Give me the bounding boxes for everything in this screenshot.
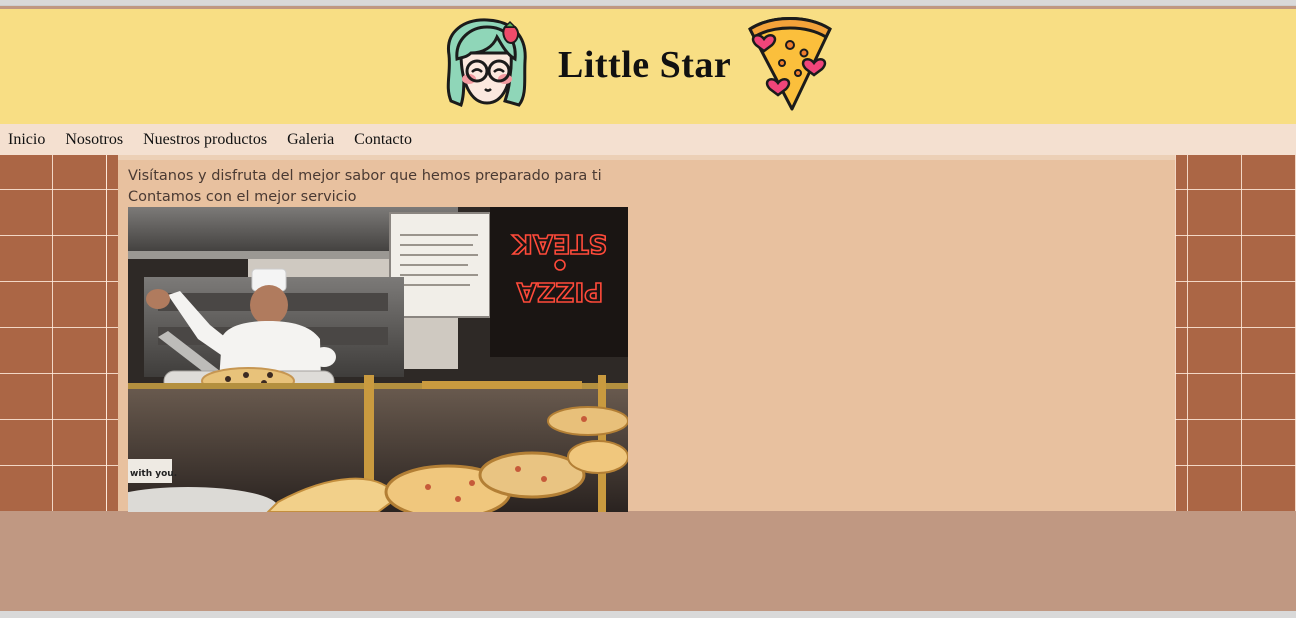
girl-avatar-icon (446, 18, 527, 107)
neon-sign-line-1: STEAK (512, 228, 607, 258)
main-nav: Inicio Nosotros Nuestros productos Galer… (0, 124, 1296, 155)
site-header: Little Star (0, 9, 1296, 124)
right-tile-panel (1175, 155, 1296, 511)
neon-sign-line-2: PIZZA (517, 276, 604, 306)
left-tile-panel (0, 155, 118, 511)
tile-border (1175, 155, 1185, 511)
nav-item-inicio[interactable]: Inicio (8, 131, 45, 149)
service-text: Contamos con el mejor servicio (128, 189, 357, 205)
welcome-text: Visítanos y disfruta del mejor sabor que… (128, 168, 602, 184)
nav-item-contacto[interactable]: Contacto (354, 131, 412, 149)
nav-item-productos[interactable]: Nuestros productos (143, 131, 267, 149)
pizzeria-photo: STEAK PIZZA with you. (128, 207, 628, 512)
site-title: Little Star (558, 44, 732, 86)
photo-sticker-text: with you. (130, 469, 177, 479)
nav-item-galeria[interactable]: Galeria (287, 131, 334, 149)
nav-item-nosotros[interactable]: Nosotros (65, 131, 123, 149)
page-frame: Little Star Inicio Nosotros Nuestros pro… (0, 5, 1296, 611)
pizza-hearts-icon (748, 17, 832, 111)
main-content: Visítanos y disfruta del mejor sabor que… (118, 155, 1175, 512)
tile-border (106, 155, 116, 511)
pizzeria-photo-illustration: STEAK PIZZA with you. (128, 207, 628, 512)
